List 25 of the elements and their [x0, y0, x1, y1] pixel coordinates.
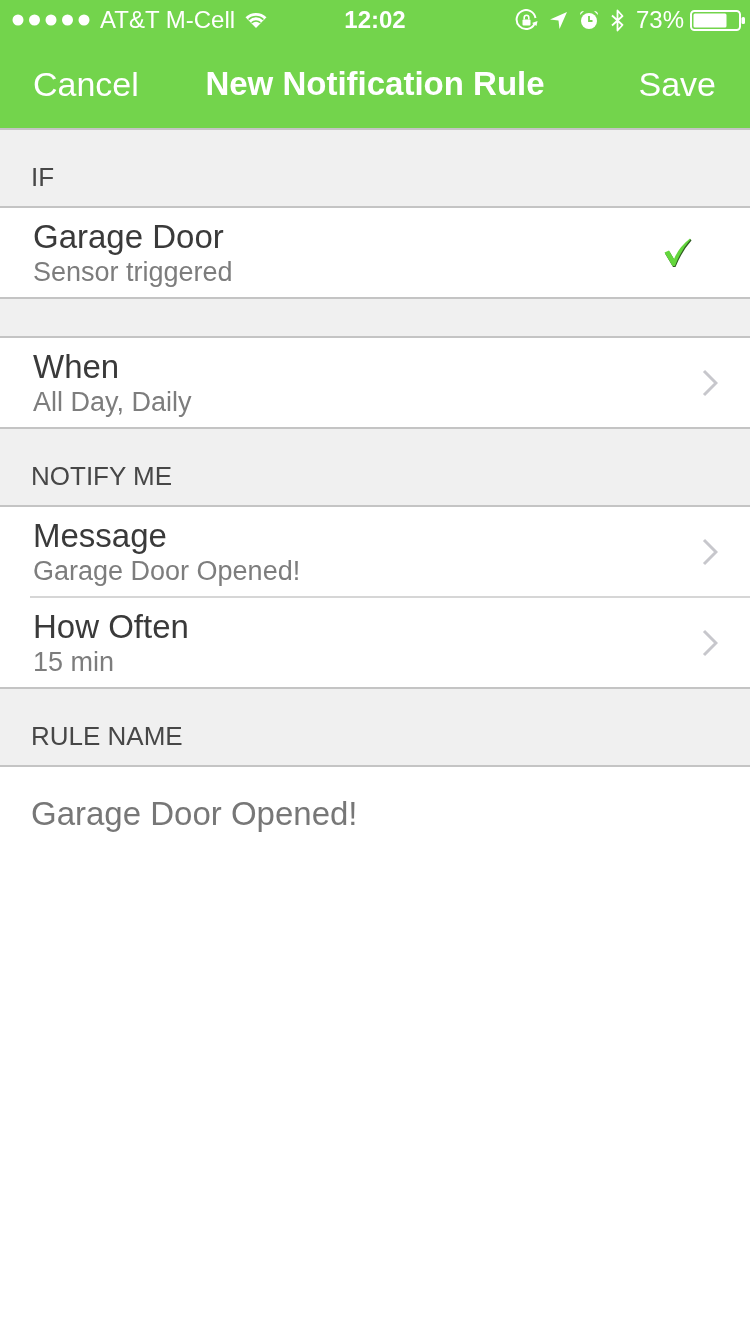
- battery-percentage: 73%: [635, 6, 684, 34]
- row-title: When: [33, 347, 121, 386]
- wifi-icon: [245, 12, 268, 28]
- row-subtitle: 15 min: [33, 645, 116, 678]
- row-subtitle: Garage Door Opened!: [33, 554, 302, 587]
- chevron-right-icon: [702, 628, 718, 657]
- row-title: Garage Door: [33, 217, 225, 256]
- battery-icon: [690, 9, 746, 31]
- carrier-name: AT&T M-Cell: [100, 6, 236, 34]
- signal-strength-icon: [12, 14, 90, 26]
- row-subtitle: Sensor triggered: [33, 255, 234, 288]
- chevron-right-icon: [702, 368, 718, 397]
- chevron-right-icon: [702, 537, 718, 566]
- rotation-lock-icon: [514, 8, 538, 32]
- bluetooth-icon: [610, 8, 624, 32]
- location-arrow-icon: [549, 11, 567, 29]
- section-header: IF: [31, 162, 55, 192]
- clock-time: 12:02: [344, 6, 406, 34]
- section-header: RULE NAME: [31, 721, 183, 751]
- row-title: Message: [33, 516, 168, 555]
- alarm-clock-icon: [578, 10, 599, 30]
- screen-title: New Notification Rule: [205, 64, 545, 104]
- row-title: How Often: [33, 607, 190, 646]
- row-subtitle: All Day, Daily: [33, 385, 193, 418]
- section-header: NOTIFY ME: [31, 461, 173, 491]
